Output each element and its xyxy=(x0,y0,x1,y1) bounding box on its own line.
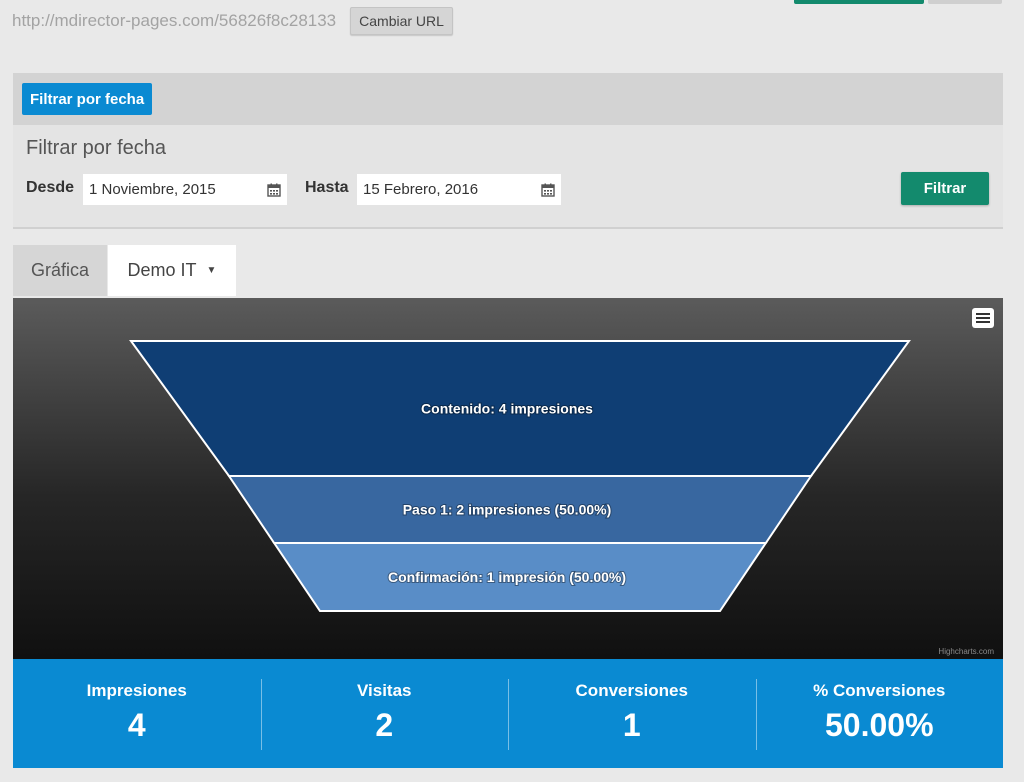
to-date-field[interactable]: 15 Febrero, 2016 xyxy=(357,174,561,205)
funnel-data-label: Contenido: 4 impresiones xyxy=(421,401,593,417)
stat-label: % Conversiones xyxy=(813,681,946,700)
stat-impresiones: Impresiones 4 xyxy=(13,659,261,768)
filter-by-date-toggle[interactable]: Filtrar por fecha xyxy=(22,83,153,115)
stat-visitas: Visitas 2 xyxy=(260,659,509,768)
page-url: http://mdirector-pages.com/56826f8c28133 xyxy=(12,11,337,30)
tab-grafica[interactable]: Gráfica xyxy=(13,245,107,296)
change-url-button[interactable]: Cambiar URL xyxy=(350,7,453,35)
stat-value: 1 xyxy=(622,707,641,743)
filter-panel-header: Filtrar por fecha xyxy=(13,73,1003,125)
from-date-value: 1 Noviembre, 2015 xyxy=(89,181,216,198)
to-date-value: 15 Febrero, 2016 xyxy=(363,181,479,198)
tab-demo-it-label: Demo IT xyxy=(127,260,197,280)
apply-filter-button[interactable]: Filtrar xyxy=(901,172,989,205)
stat-conversiones: Conversiones 1 xyxy=(508,659,756,768)
funnel-svg: Contenido: 4 impresiones Paso 1: 2 impres… xyxy=(129,340,911,612)
to-label: Hasta xyxy=(305,179,349,196)
stats-bar: Impresiones 4 Visitas 2 Conversiones 1 %… xyxy=(13,659,1003,768)
filter-title: Filtrar por fecha xyxy=(26,137,167,159)
stat-label: Impresiones xyxy=(86,681,187,700)
stat-value: 50.00% xyxy=(824,707,934,743)
funnel-chart: Contenido: 4 impresiones Paso 1: 2 impres… xyxy=(13,298,1003,659)
stat-value: 4 xyxy=(127,707,146,743)
menu-icon[interactable] xyxy=(972,308,994,328)
stat-label: Conversiones xyxy=(575,681,688,700)
chart-credits[interactable]: Highcharts.com xyxy=(938,647,994,656)
url-bar: http://mdirector-pages.com/56826f8c28133… xyxy=(12,6,453,36)
calendar-icon[interactable] xyxy=(267,183,281,197)
stat-porcentaje-conversiones: % Conversiones 50.00% xyxy=(755,659,1004,768)
top-secondary-button[interactable] xyxy=(928,0,1002,4)
caret-down-icon: ▼ xyxy=(206,265,217,276)
from-date-field[interactable]: 1 Noviembre, 2015 xyxy=(83,174,287,205)
stat-value: 2 xyxy=(375,707,394,743)
tab-grafica-label: Gráfica xyxy=(30,260,90,280)
from-label: Desde xyxy=(26,179,75,196)
stat-label: Visitas xyxy=(356,681,412,700)
calendar-icon[interactable] xyxy=(541,183,555,197)
funnel-data-label: Paso 1: 2 impresiones (50.00%) xyxy=(403,502,612,518)
top-action-button[interactable] xyxy=(794,0,924,4)
tab-demo-it-dropdown[interactable]: Demo IT ▼ xyxy=(108,245,236,296)
date-filter-panel: Filtrar por fecha Filtrar por fecha Desd… xyxy=(13,73,1003,229)
funnel-data-label: Confirmación: 1 impresión (50.00%) xyxy=(388,569,626,585)
